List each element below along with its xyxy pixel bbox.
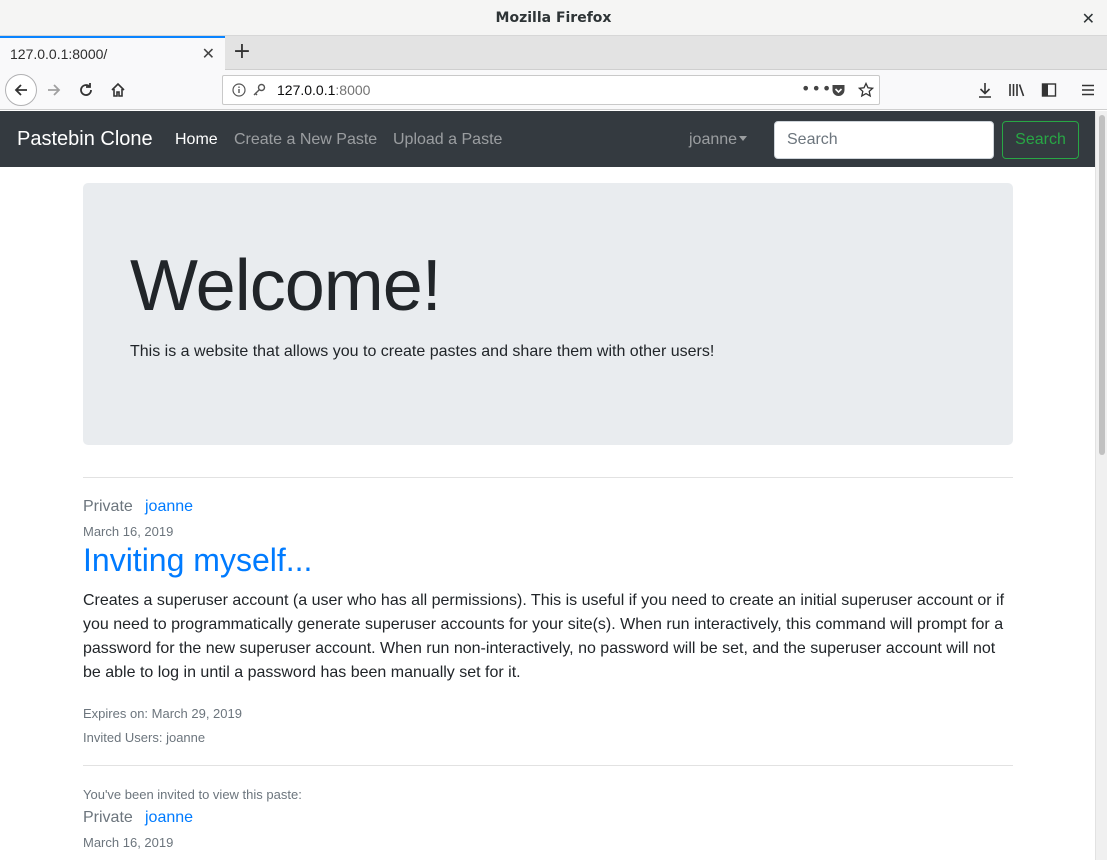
divider [83, 477, 1013, 478]
library-button[interactable] [1003, 76, 1031, 104]
paste-date: March 16, 2019 [83, 524, 174, 539]
url-host: 127.0.0.1 [277, 82, 336, 98]
reload-button[interactable] [72, 76, 100, 104]
nav-create-paste[interactable]: Create a New Paste [234, 131, 377, 149]
tab-active[interactable]: 127.0.0.1:8000/ ✕ [0, 36, 225, 70]
new-tab-icon[interactable]: + [231, 39, 253, 64]
paste-body: Creates a superuser account (a user who … [83, 592, 1005, 681]
welcome-jumbotron: Welcome! This is a website that allows y… [83, 183, 1013, 445]
close-tab-icon[interactable]: ✕ [202, 44, 215, 63]
back-arrow-icon [14, 84, 27, 96]
home-button[interactable] [104, 76, 132, 104]
download-icon [979, 83, 991, 98]
welcome-heading: Welcome! [130, 246, 442, 326]
invite-note: You've been invited to view this paste: [83, 787, 302, 802]
scrollbar-thumb[interactable] [1099, 115, 1105, 455]
page-content: Pastebin Clone Home Create a New Paste U… [0, 111, 1095, 860]
downloads-button[interactable] [971, 76, 999, 104]
pocket-icon[interactable] [831, 83, 846, 98]
url-port: :8000 [335, 82, 371, 98]
tab-strip: 127.0.0.1:8000/ ✕ + [0, 36, 1107, 70]
paste-expires: Expires on: March 29, 2019 [83, 706, 242, 721]
hamburger-menu-icon [1082, 84, 1094, 96]
paste-author-link[interactable]: joanne [145, 809, 193, 827]
key-icon[interactable] [252, 83, 266, 97]
info-icon[interactable] [232, 83, 246, 97]
bookmark-star-icon[interactable] [858, 82, 874, 98]
nav-upload-paste[interactable]: Upload a Paste [393, 131, 502, 149]
site-navbar: Pastebin Clone Home Create a New Paste U… [0, 111, 1095, 167]
paste-date: March 16, 2019 [83, 835, 174, 850]
paste-author-link[interactable]: joanne [145, 498, 193, 516]
tab-title: 127.0.0.1:8000/ [10, 46, 108, 62]
sidebar-icon [1041, 83, 1057, 97]
title-bar: Mozilla Firefox ✕ [0, 0, 1107, 36]
home-icon [111, 82, 125, 97]
welcome-lead: This is a website that allows you to cre… [130, 343, 715, 360]
library-icon [1009, 84, 1025, 97]
paste-privacy: Private [83, 498, 133, 515]
page-actions-icon[interactable]: ••• [801, 79, 832, 98]
vertical-scrollbar[interactable] [1095, 111, 1107, 860]
nav-home[interactable]: Home [175, 131, 218, 149]
url-text: 127.0.0.1:8000 [277, 82, 370, 98]
url-bar[interactable]: 127.0.0.1:8000 ••• [222, 75, 880, 105]
browser-toolbar: 127.0.0.1:8000 ••• [0, 70, 1107, 110]
divider [83, 765, 1013, 766]
menu-button[interactable] [1074, 76, 1102, 104]
sidebar-button[interactable] [1035, 76, 1063, 104]
search-input[interactable] [774, 121, 994, 159]
forward-arrow-icon [48, 84, 61, 96]
paste-title-link[interactable]: Inviting myself... [83, 542, 312, 579]
user-dropdown[interactable]: joanne [689, 131, 748, 149]
paste-privacy: Private [83, 809, 133, 826]
window-title: Mozilla Firefox [495, 9, 612, 26]
search-button[interactable]: Search [1002, 121, 1079, 159]
forward-button[interactable] [40, 76, 68, 104]
close-window-icon[interactable]: ✕ [1082, 9, 1095, 28]
brand-link[interactable]: Pastebin Clone [17, 128, 153, 151]
browser-window: Mozilla Firefox ✕ 127.0.0.1:8000/ ✕ + 12… [0, 0, 1107, 860]
user-dropdown-label: joanne [689, 131, 738, 148]
caret-down-icon [739, 136, 748, 141]
paste-invited-users: Invited Users: joanne [83, 730, 206, 745]
reload-icon [80, 83, 92, 96]
back-button[interactable] [5, 74, 37, 106]
